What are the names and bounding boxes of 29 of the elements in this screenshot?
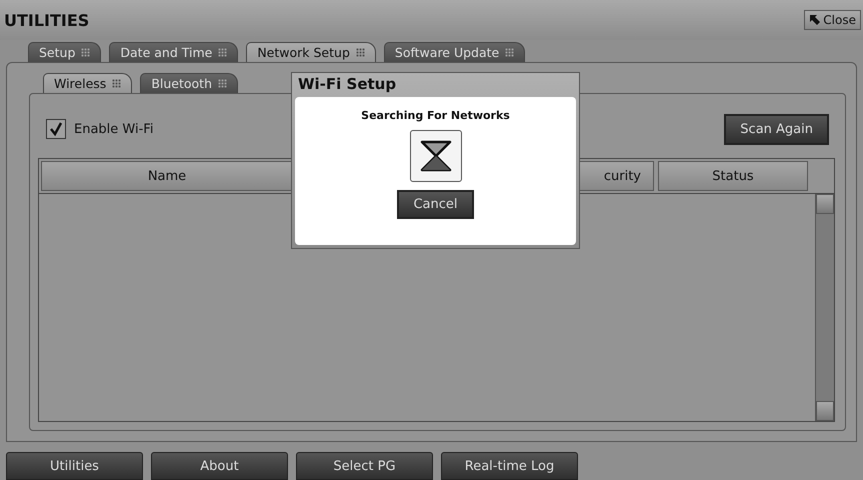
hourglass-icon: [410, 130, 462, 182]
tab[interactable]: Bluetooth: [140, 73, 238, 93]
scan-again-button[interactable]: Scan Again: [724, 114, 829, 144]
close-button[interactable]: Close: [804, 10, 861, 30]
tab[interactable]: Setup: [28, 42, 102, 62]
nav-button[interactable]: Select PG: [296, 452, 433, 480]
column-header: Name: [41, 161, 293, 191]
nav-button[interactable]: Real-time Log: [441, 452, 578, 480]
dialog-title: Wi-Fi Setup: [297, 74, 398, 95]
grip-icon: [112, 79, 122, 88]
scrollbar[interactable]: [815, 194, 834, 421]
tab[interactable]: Software Update: [384, 42, 526, 62]
column-header: Status: [658, 161, 808, 191]
grip-icon: [218, 79, 227, 88]
cursor-arrow-icon: [809, 14, 822, 26]
grip-icon: [505, 48, 514, 57]
window-title: UTILITIES: [4, 10, 90, 30]
tab[interactable]: Network Setup: [246, 42, 376, 62]
grip-icon: [81, 48, 90, 57]
grip-icon: [218, 48, 228, 57]
tab[interactable]: Date and Time: [109, 42, 238, 62]
grip-icon: [356, 48, 365, 57]
nav-button[interactable]: About: [151, 452, 288, 480]
nav-button[interactable]: Utilities: [6, 452, 143, 480]
checkbox[interactable]: [46, 119, 66, 139]
cancel-button[interactable]: Cancel: [397, 190, 474, 219]
tab[interactable]: Wireless: [43, 73, 132, 93]
checkbox-label: Enable Wi-Fi: [74, 122, 154, 136]
dialog-message: Searching For Networks: [361, 109, 510, 122]
